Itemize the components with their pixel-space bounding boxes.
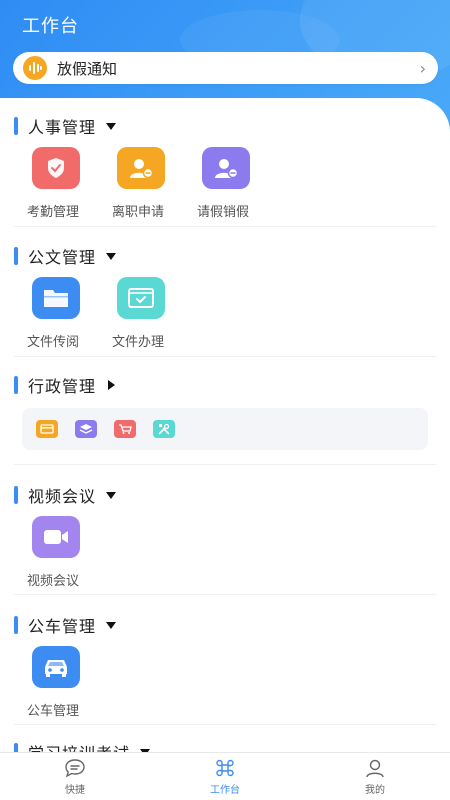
section-accent-bar xyxy=(14,376,18,394)
caret-down-icon xyxy=(106,621,117,629)
bottom-tab-bar: 快捷 工作台 我的 xyxy=(0,752,450,800)
section-title: 行政管理 xyxy=(28,377,97,396)
section-accent-bar xyxy=(14,486,18,504)
collapsed-app-preview[interactable] xyxy=(22,408,428,450)
page-title: 工作台 xyxy=(22,16,79,37)
section-title: 视频会议 xyxy=(28,487,97,506)
user-exit-icon xyxy=(117,147,165,189)
app-video-meeting[interactable]: 视频会议 xyxy=(22,516,107,589)
document-check-icon xyxy=(117,277,165,319)
caret-down-icon xyxy=(106,252,117,260)
app-file-circulation[interactable]: 文件传阅 xyxy=(22,277,107,350)
chat-bubble-icon xyxy=(65,758,85,777)
section-training: 学习培训考试 xyxy=(0,725,450,752)
workspace-panel: 人事管理 考勤管理 离职申请 请假销假 公文管理 文件传阅 文件办理 行政管理 … xyxy=(0,98,450,752)
caret-right-icon xyxy=(108,380,116,390)
folder-icon xyxy=(32,277,80,319)
command-icon xyxy=(216,759,234,776)
app-label: 请假销假 xyxy=(197,205,250,220)
user-leave-icon xyxy=(202,147,250,189)
tab-workbench[interactable]: 工作台 xyxy=(150,753,300,800)
tab-label: 我的 xyxy=(365,784,385,796)
section-documents: 公文管理 文件传阅 文件办理 xyxy=(0,227,450,357)
section-title: 公车管理 xyxy=(28,617,97,636)
section-header[interactable]: 学习培训考试 xyxy=(0,737,450,752)
cart-icon xyxy=(114,420,136,438)
voice-wave-icon xyxy=(23,56,47,80)
section-accent-bar xyxy=(14,616,18,634)
tab-profile[interactable]: 我的 xyxy=(300,753,450,800)
app-label: 考勤管理 xyxy=(27,205,80,220)
section-header[interactable]: 人事管理 xyxy=(0,111,450,141)
app-vehicle[interactable]: 公车管理 xyxy=(22,646,107,719)
app-label: 公车管理 xyxy=(27,704,80,719)
section-header[interactable]: 公车管理 xyxy=(0,610,450,640)
section-title: 公文管理 xyxy=(28,248,97,267)
card-icon xyxy=(36,420,58,438)
section-vehicle: 公车管理 公车管理 xyxy=(0,595,450,725)
chevron-right-icon: › xyxy=(419,58,426,78)
video-camera-icon xyxy=(32,516,80,558)
caret-down-icon xyxy=(106,122,117,130)
section-header[interactable]: 公文管理 xyxy=(0,241,450,271)
user-icon xyxy=(366,759,384,777)
app-file-processing[interactable]: 文件办理 xyxy=(107,277,192,350)
section-header[interactable]: 视频会议 xyxy=(0,480,450,510)
car-icon xyxy=(32,646,80,688)
tab-label: 工作台 xyxy=(210,784,240,796)
layers-icon xyxy=(75,420,97,438)
section-personnel: 人事管理 考勤管理 离职申请 请假销假 xyxy=(0,98,450,227)
app-attendance[interactable]: 考勤管理 xyxy=(22,147,107,220)
app-resignation[interactable]: 离职申请 xyxy=(107,147,192,220)
tab-shortcuts[interactable]: 快捷 xyxy=(0,753,150,800)
caret-down-icon xyxy=(106,491,117,499)
app-label: 文件传阅 xyxy=(27,335,80,350)
section-administration: 行政管理 xyxy=(0,357,450,465)
section-video-meeting: 视频会议 视频会议 xyxy=(0,465,450,595)
notice-bar[interactable]: 放假通知 › xyxy=(13,52,438,84)
app-label: 文件办理 xyxy=(112,335,165,350)
section-accent-bar xyxy=(14,743,18,752)
section-accent-bar xyxy=(14,247,18,265)
section-title: 人事管理 xyxy=(28,118,97,137)
tab-label: 快捷 xyxy=(65,784,85,796)
tools-icon xyxy=(153,420,175,438)
section-header[interactable]: 行政管理 xyxy=(0,370,450,400)
app-label: 视频会议 xyxy=(27,574,80,589)
app-label: 离职申请 xyxy=(112,205,165,220)
section-title: 学习培训考试 xyxy=(28,740,130,752)
app-leave[interactable]: 请假销假 xyxy=(192,147,277,220)
shield-check-icon xyxy=(32,147,80,189)
section-accent-bar xyxy=(14,117,18,135)
notice-text: 放假通知 xyxy=(57,59,118,78)
